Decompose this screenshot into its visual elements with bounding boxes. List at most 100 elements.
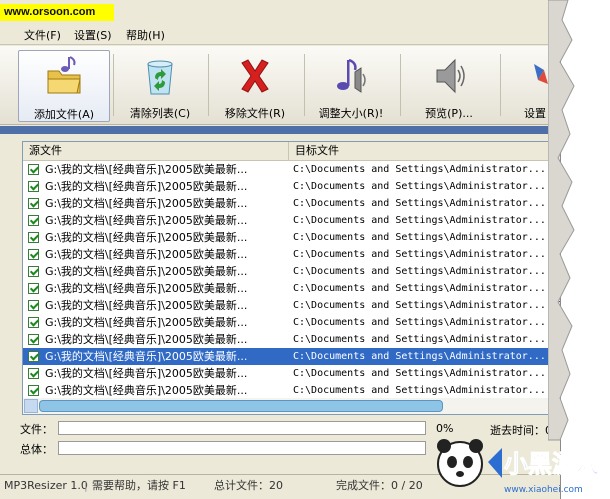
horizontal-scrollbar[interactable] (23, 398, 560, 414)
row-source: G:\我的文档\[经典音乐]\2005欧美最新... (45, 265, 248, 278)
row-source: G:\我的文档\[经典音乐]\2005欧美最新... (45, 231, 248, 244)
file-progress-label: 文件： (20, 423, 53, 436)
row-checkbox[interactable] (28, 317, 39, 328)
row-target: C:\Documents and Settings\Administrator.… (293, 232, 546, 243)
row-source: G:\我的文档\[经典音乐]\2005欧美最新... (45, 367, 248, 380)
row-checkbox[interactable] (28, 232, 39, 243)
separator-band (0, 126, 560, 134)
row-target: C:\Documents and Settings\Administrator.… (293, 181, 546, 192)
file-progress-bar (58, 421, 426, 435)
row-source: G:\我的文档\[经典音乐]\2005欧美最新... (45, 214, 248, 227)
table-row[interactable]: G:\我的文档\[经典音乐]\2005欧美最新... C:\Documents a… (23, 229, 560, 246)
row-target: C:\Documents and Settings\Administrator.… (293, 266, 546, 277)
add-file-icon (47, 56, 81, 94)
menu-bar: 文件(F) 设置(S) 帮助(H) (0, 24, 560, 45)
speaker-icon (436, 58, 465, 94)
table-row[interactable]: G:\我的文档\[经典音乐]\2005欧美最新... C:\Documents a… (23, 297, 560, 314)
logo-text: 小黑游戏 (504, 450, 600, 478)
add-file-button[interactable]: 添加文件(A) (18, 50, 110, 122)
row-source: G:\我的文档\[经典音乐]\2005欧美最新... (45, 282, 248, 295)
row-target: C:\Documents and Settings\Administrator.… (293, 334, 546, 345)
remove-file-button[interactable]: 移除文件(R) (210, 50, 300, 120)
table-row[interactable]: G:\我的文档\[经典音乐]\2005欧美最新... C:\Documents a… (23, 280, 560, 297)
row-checkbox[interactable] (28, 368, 39, 379)
row-source: G:\我的文档\[经典音乐]\2005欧美最新... (45, 333, 248, 346)
menu-file[interactable]: 文件(F) (24, 27, 61, 43)
column-header-target[interactable]: 目标文件 (289, 142, 555, 160)
row-target: C:\Documents and Settings\Administrator.… (293, 249, 546, 260)
row-source: G:\我的文档\[经典音乐]\2005欧美最新... (45, 299, 248, 312)
row-target: C:\Documents and Settings\Administrator.… (293, 368, 546, 379)
remove-x-icon (241, 59, 269, 93)
row-checkbox[interactable] (28, 164, 39, 175)
resize-button[interactable]: 调整大小(R)! (306, 50, 396, 120)
status-help: 需要帮助，请按 F1 (92, 479, 186, 492)
toolbar-separator (208, 54, 209, 116)
add-file-label: 添加文件(A) (33, 108, 95, 121)
row-source: G:\我的文档\[经典音乐]\2005欧美最新... (45, 248, 248, 261)
row-checkbox[interactable] (28, 351, 39, 362)
list-header: 源文件 目标文件 (23, 142, 560, 161)
row-target: C:\Documents and Settings\Administrator.… (293, 351, 546, 362)
row-target: C:\Documents and Settings\Administrator.… (293, 385, 546, 396)
remove-file-label: 移除文件(R) (224, 107, 286, 120)
table-row[interactable]: G:\我的文档\[经典音乐]\2005欧美最新... C:\Documents a… (23, 161, 560, 178)
row-target: C:\Documents and Settings\Administrator.… (293, 198, 546, 209)
menu-settings[interactable]: 设置(S) (74, 27, 112, 43)
toolbar: 添加文件(A) 清除列表(C) 移除文件(R) 调整大小(R)! 预览(P)..… (0, 46, 560, 125)
row-target: C:\Documents and Settings\Administrator.… (293, 300, 546, 311)
table-row[interactable]: G:\我的文档\[经典音乐]\2005欧美最新... C:\Documents a… (23, 178, 560, 195)
resize-label: 调整大小(R)! (318, 107, 384, 120)
toolbar-separator (400, 54, 401, 116)
row-source: G:\我的文档\[经典音乐]\2005欧美最新... (45, 350, 248, 363)
row-target: C:\Documents and Settings\Administrator.… (293, 283, 546, 294)
row-checkbox[interactable] (28, 334, 39, 345)
table-row[interactable]: G:\我的文档\[经典音乐]\2005欧美最新... C:\Documents a… (23, 314, 560, 331)
row-checkbox[interactable] (28, 385, 39, 396)
toolbar-separator (304, 54, 305, 116)
app-window: www.orsoon.com 文件(F) 设置(S) 帮助(H) 添加文件(A) (0, 0, 561, 499)
row-checkbox[interactable] (28, 266, 39, 277)
torn-paper-edge (548, 0, 575, 441)
site-logo: 小黑游戏 www.xiaohei.com (437, 439, 601, 495)
row-checkbox[interactable] (28, 300, 39, 311)
table-row[interactable]: G:\我的文档\[经典音乐]\2005欧美最新... C:\Documents a… (23, 246, 560, 263)
status-total-files: 总计文件：20 (214, 479, 283, 492)
watermark: www.orsoon.com (0, 4, 114, 21)
preview-label: 预览(P)... (425, 107, 473, 120)
preview-button[interactable]: 预览(P)... (404, 50, 494, 120)
clear-list-label: 清除列表(C) (129, 107, 191, 120)
status-app: MP3Resizer 1.0 (4, 479, 88, 492)
logo-url: www.xiaohei.com (504, 485, 583, 495)
row-target: C:\Documents and Settings\Administrator.… (293, 164, 546, 175)
row-source: G:\我的文档\[经典音乐]\2005欧美最新... (45, 180, 248, 193)
row-checkbox[interactable] (28, 215, 39, 226)
row-source: G:\我的文档\[经典音乐]\2005欧美最新... (45, 316, 248, 329)
row-checkbox[interactable] (28, 283, 39, 294)
table-row[interactable]: G:\我的文档\[经典音乐]\2005欧美最新... C:\Documents a… (23, 195, 560, 212)
row-target: C:\Documents and Settings\Administrator.… (293, 317, 546, 328)
scroll-thumb[interactable] (39, 400, 443, 412)
column-header-source[interactable]: 源文件 (23, 142, 289, 160)
table-row[interactable]: G:\我的文档\[经典音乐]\2005欧美最新... C:\Documents a… (23, 348, 560, 365)
total-progress-label: 总体： (20, 443, 53, 456)
table-row[interactable]: G:\我的文档\[经典音乐]\2005欧美最新... C:\Documents a… (23, 331, 560, 348)
recycle-bin-icon (147, 60, 173, 95)
table-row[interactable]: G:\我的文档\[经典音乐]\2005欧美最新... C:\Documents a… (23, 365, 560, 382)
menu-help[interactable]: 帮助(H) (126, 27, 165, 43)
row-checkbox[interactable] (28, 198, 39, 209)
scroll-left-arrow[interactable] (24, 399, 38, 413)
row-checkbox[interactable] (28, 181, 39, 192)
toolbar-separator (113, 54, 114, 116)
row-source: G:\我的文档\[经典音乐]\2005欧美最新... (45, 197, 248, 210)
file-list[interactable]: 源文件 目标文件 G:\我的文档\[经典音乐]\2005欧美最新... C:\Do… (22, 141, 560, 415)
total-progress-bar (58, 441, 426, 455)
music-note-speaker-icon (337, 58, 366, 93)
table-row[interactable]: G:\我的文档\[经典音乐]\2005欧美最新... C:\Documents a… (23, 212, 560, 229)
table-row[interactable]: G:\我的文档\[经典音乐]\2005欧美最新... C:\Documents a… (23, 382, 560, 399)
row-source: G:\我的文档\[经典音乐]\2005欧美最新... (45, 163, 248, 176)
row-source: G:\我的文档\[经典音乐]\2005欧美最新... (45, 384, 248, 397)
row-checkbox[interactable] (28, 249, 39, 260)
table-row[interactable]: G:\我的文档\[经典音乐]\2005欧美最新... C:\Documents a… (23, 263, 560, 280)
clear-list-button[interactable]: 清除列表(C) (115, 50, 205, 120)
